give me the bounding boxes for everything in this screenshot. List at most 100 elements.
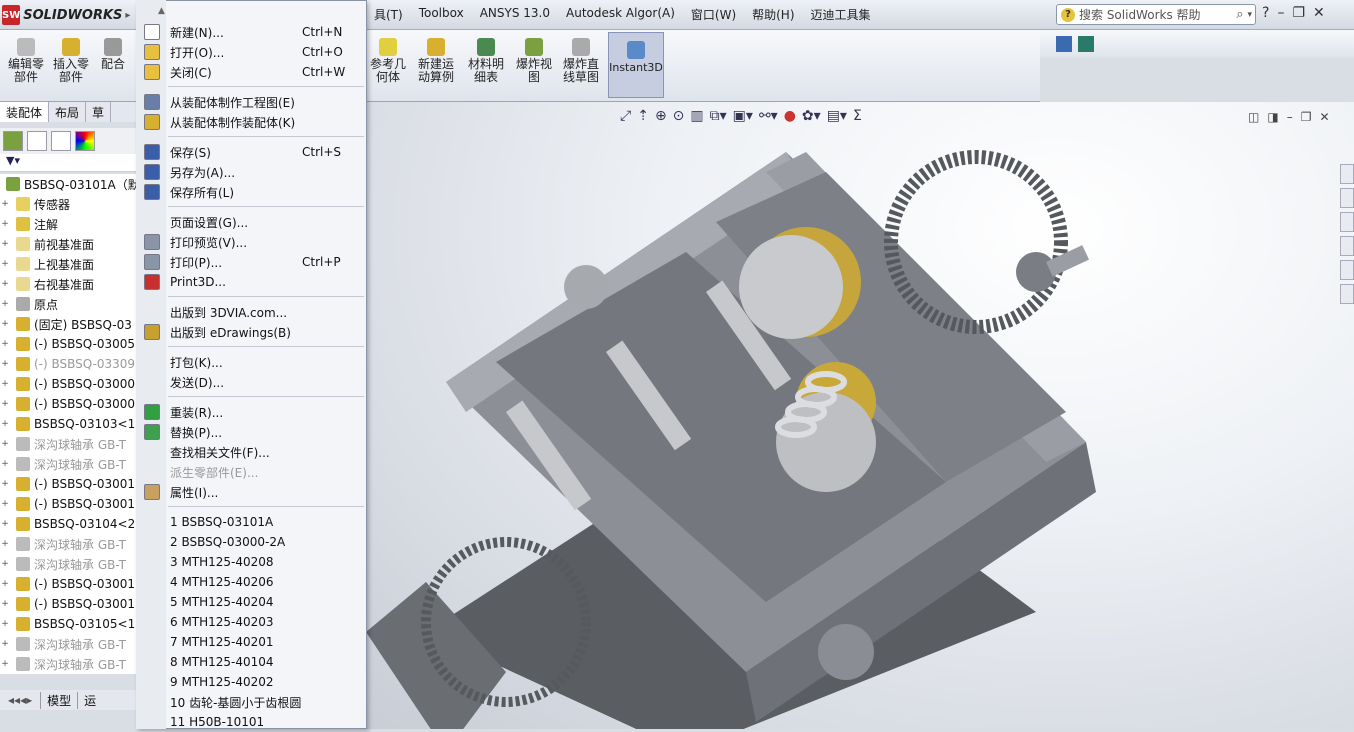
file-menu-item[interactable]: 6 MTH125-40203 — [136, 612, 365, 632]
restore-icon[interactable]: ❐ — [1292, 5, 1305, 21]
file-menu-item[interactable]: 5 MTH125-40204 — [136, 592, 365, 612]
file-menu-item[interactable]: 9 MTH125-40202 — [136, 672, 365, 692]
new-motion-study-button[interactable]: 新建运动算例 — [416, 38, 456, 84]
display-manager-icon[interactable] — [75, 131, 95, 151]
vp-close-icon[interactable]: ✕ — [1319, 110, 1329, 124]
left-tab-2[interactable]: 草 — [86, 102, 112, 122]
expand-icon[interactable]: + — [0, 419, 10, 429]
bottom-tab-1[interactable]: 运 — [77, 691, 102, 709]
sum-icon[interactable]: Σ — [853, 108, 862, 124]
file-menu-item[interactable]: 1 BSBSQ-03101A — [136, 512, 365, 532]
file-menu-item[interactable]: 出版到 eDrawings(B) — [136, 322, 365, 342]
toolbar-icon-2[interactable] — [1078, 36, 1094, 52]
menu-5[interactable]: 帮助(H) — [744, 6, 802, 23]
search-dropdown-icon[interactable]: ▾ — [1247, 10, 1252, 20]
file-menu-item[interactable]: 保存所有(L) — [136, 182, 365, 202]
view-orientation-icon[interactable]: ⧉▾ — [710, 108, 727, 124]
file-menu-item[interactable]: 打印(P)... Ctrl+P — [136, 252, 365, 272]
menu-2[interactable]: ANSYS 13.0 — [472, 6, 558, 23]
file-menu-item[interactable]: 保存(S) Ctrl+S — [136, 142, 365, 162]
menu-3[interactable]: Autodesk Algor(A) — [558, 6, 683, 23]
file-menu-item[interactable]: 2 BSBSQ-03000-2A — [136, 532, 365, 552]
scroll-arrows-icon[interactable]: ◂◂◂▸ — [0, 693, 40, 707]
display-style-icon[interactable]: ▣▾ — [733, 108, 753, 124]
section-view-icon[interactable]: ▥ — [690, 108, 703, 124]
tree-item[interactable]: + (-) BSBSQ-03005 — [0, 334, 136, 354]
tree-item[interactable]: + (-) BSBSQ-03001 — [0, 494, 136, 514]
file-menu-item[interactable]: 4 MTH125-40206 — [136, 572, 365, 592]
left-tab-1[interactable]: 布局 — [49, 102, 87, 122]
menu-4[interactable]: 窗口(W) — [683, 6, 744, 23]
file-menu-item[interactable]: 发送(D)... — [136, 372, 365, 392]
edit-part-button[interactable]: 编辑零部件 — [6, 38, 46, 84]
scene-icon[interactable]: ✿▾ — [802, 108, 821, 124]
file-menu-item[interactable]: 从装配体制作工程图(E) — [136, 92, 365, 112]
expand-icon[interactable]: + — [0, 499, 10, 509]
tree-item[interactable]: + BSBSQ-03105<1 — [0, 614, 136, 634]
expand-icon[interactable]: + — [0, 619, 10, 629]
configuration-manager-icon[interactable] — [51, 131, 71, 151]
file-menu-item[interactable]: 10 齿轮-基圆小于齿根圆 — [136, 692, 365, 712]
task-pane-home-icon[interactable] — [1340, 164, 1354, 184]
tree-item[interactable]: + 深沟球轴承 GB-T — [0, 434, 136, 454]
expand-icon[interactable]: + — [0, 319, 10, 329]
file-menu-item[interactable]: 替换(P)... — [136, 422, 365, 442]
bom-button[interactable]: 材料明细表 — [466, 38, 506, 84]
tree-item[interactable]: + (-) BSBSQ-03001 — [0, 474, 136, 494]
expand-icon[interactable]: + — [0, 279, 10, 289]
left-tab-0[interactable]: 装配体 — [0, 102, 50, 122]
tree-item[interactable]: + (固定) BSBSQ-03 — [0, 314, 136, 334]
assembly-model[interactable] — [366, 102, 1354, 732]
vp-restore-icon[interactable]: ❐ — [1301, 110, 1312, 124]
expand-icon[interactable]: + — [0, 539, 10, 549]
expand-icon[interactable]: + — [0, 379, 10, 389]
expand-icon[interactable]: + — [0, 639, 10, 649]
tree-item[interactable]: BSBSQ-03101A（默 — [0, 174, 136, 194]
split-right-icon[interactable]: ◨ — [1267, 110, 1278, 124]
file-menu-item[interactable]: 出版到 3DVIA.com... — [136, 302, 365, 322]
logo-arrow-icon[interactable]: ▸ — [125, 10, 130, 21]
expand-icon[interactable]: + — [0, 519, 10, 529]
expand-icon[interactable]: + — [0, 459, 10, 469]
tree-item[interactable]: + BSBSQ-03104<2 — [0, 514, 136, 534]
tree-item[interactable]: + 传感器 — [0, 194, 136, 214]
menu-0[interactable]: 具(T) — [366, 6, 411, 23]
solidworks-logo[interactable]: SW SOLIDWORKS ▸ — [2, 4, 130, 26]
mate-button[interactable]: 配合 — [98, 38, 128, 71]
menu-1[interactable]: Toolbox — [411, 6, 472, 23]
expand-icon[interactable]: + — [0, 439, 10, 449]
file-menu-item[interactable]: 属性(I)... — [136, 482, 365, 502]
exploded-view-button[interactable]: 爆炸视图 — [514, 38, 554, 84]
tree-item[interactable]: + 深沟球轴承 GB-T — [0, 534, 136, 554]
file-menu-item[interactable]: 8 MTH125-40104 — [136, 652, 365, 672]
tree-item[interactable]: + 右视基准面 — [0, 274, 136, 294]
file-menu-item[interactable]: 打包(K)... — [136, 352, 365, 372]
tree-item[interactable]: + 深沟球轴承 GB-T — [0, 454, 136, 474]
file-menu-item[interactable]: 重装(R)... — [136, 402, 365, 422]
expand-icon[interactable]: + — [0, 579, 10, 589]
graphics-area[interactable] — [366, 102, 1354, 732]
menu-scroll-up-icon[interactable]: ▲ — [158, 6, 165, 16]
tree-item[interactable]: + 注解 — [0, 214, 136, 234]
file-menu-item[interactable]: Print3D... — [136, 272, 365, 292]
file-menu-item[interactable]: 派生零部件(E)... — [136, 462, 365, 482]
expand-icon[interactable]: + — [0, 259, 10, 269]
tree-item[interactable]: + (-) BSBSQ-03309 — [0, 354, 136, 374]
view-settings-icon[interactable]: ▤▾ — [827, 108, 847, 124]
expand-icon[interactable]: + — [0, 199, 10, 209]
zoom-area-icon[interactable]: ⊕ — [655, 108, 667, 124]
file-menu-item[interactable]: 打开(O)... Ctrl+O — [136, 42, 365, 62]
property-manager-icon[interactable] — [27, 131, 47, 151]
tree-item[interactable]: + 上视基准面 — [0, 254, 136, 274]
search-icon[interactable]: ⌕ — [1236, 7, 1243, 22]
help-menu-icon[interactable]: ? — [1262, 5, 1269, 21]
help-search-input[interactable]: ? 搜索 SolidWorks 帮助 ⌕ ▾ — [1056, 4, 1256, 25]
tree-item[interactable]: + 前视基准面 — [0, 234, 136, 254]
expand-icon[interactable]: + — [0, 479, 10, 489]
file-menu-item[interactable]: 页面设置(G)... — [136, 212, 365, 232]
file-menu-item[interactable]: 新建(N)... Ctrl+N — [136, 22, 365, 42]
view-palette-icon[interactable] — [1340, 236, 1354, 256]
file-menu-item[interactable]: 11 H50B-10101 — [136, 712, 365, 732]
split-left-icon[interactable]: ◫ — [1248, 110, 1259, 124]
expand-icon[interactable]: + — [0, 659, 10, 669]
